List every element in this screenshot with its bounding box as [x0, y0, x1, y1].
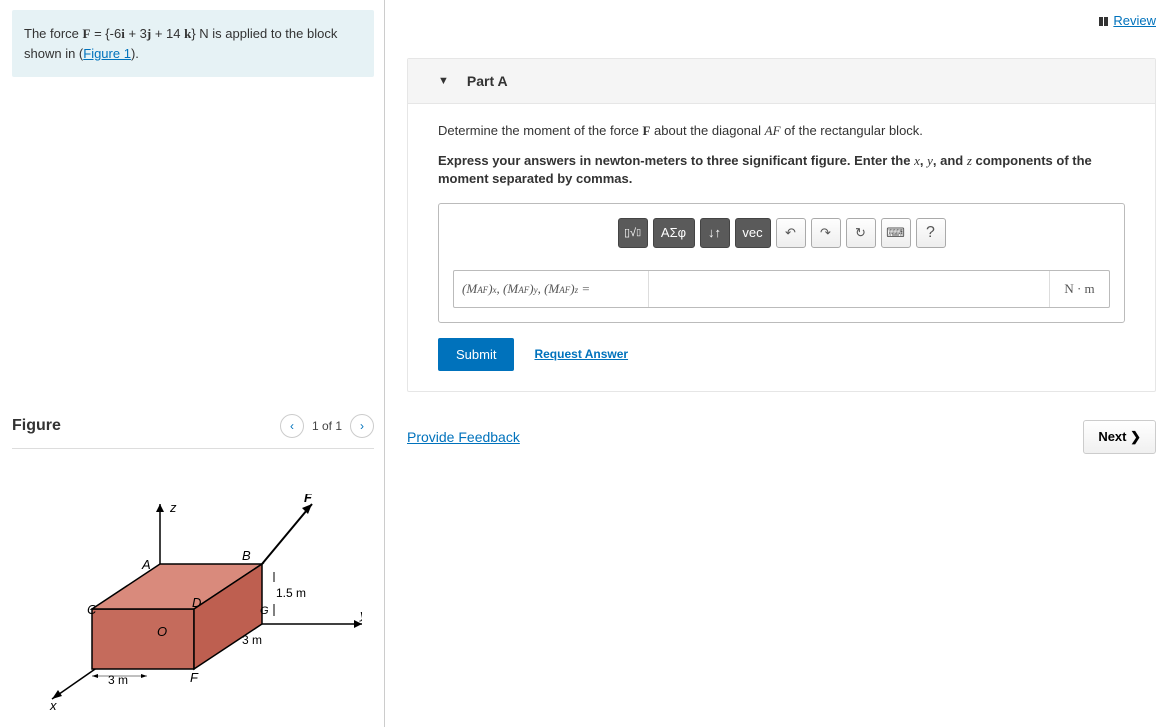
- answer-label: (MAF)x, (MAF)y, (MAF)z =: [454, 271, 649, 307]
- label-Fcorner: F: [190, 670, 199, 685]
- reset-button[interactable]: ↻: [846, 218, 876, 248]
- request-answer-link[interactable]: Request Answer: [534, 347, 628, 361]
- label-G: G: [260, 605, 269, 617]
- problem-text-3: + 3: [125, 26, 147, 41]
- problem-text-4: + 14: [151, 26, 184, 41]
- provide-feedback-link[interactable]: Provide Feedback: [407, 429, 520, 445]
- figure-prev-button[interactable]: ‹: [280, 414, 304, 438]
- subsup-button[interactable]: ↓↑: [700, 218, 730, 248]
- dim-3a: 3 m: [242, 633, 262, 647]
- undo-button[interactable]: ↶: [776, 218, 806, 248]
- review-link[interactable]: Review: [1097, 13, 1156, 28]
- vec-button[interactable]: vec: [735, 218, 771, 248]
- part-a-title: Part A: [467, 73, 508, 89]
- template-button[interactable]: ▯√▯: [618, 218, 648, 248]
- dim-15: 1.5 m: [276, 586, 306, 600]
- instruction-text: Express your answers in newton-meters to…: [438, 152, 1125, 188]
- next-button[interactable]: Next ❯: [1083, 420, 1156, 454]
- figure-link[interactable]: Figure 1: [83, 46, 131, 61]
- label-C: C: [87, 602, 97, 617]
- label-O: O: [157, 624, 167, 639]
- problem-text-6: ).: [131, 46, 139, 61]
- caret-down-icon: ▼: [438, 75, 449, 87]
- redo-button[interactable]: ↷: [811, 218, 841, 248]
- question-text: Determine the moment of the force F abou…: [438, 122, 1125, 140]
- answer-input[interactable]: [649, 271, 1049, 307]
- label-B: B: [242, 548, 251, 563]
- axis-z: z: [169, 500, 177, 515]
- problem-statement: The force F = {-6i + 3j + 14 k} N is app…: [12, 10, 374, 77]
- figure-diagram: z y x A B: [12, 449, 374, 717]
- submit-button[interactable]: Submit: [438, 338, 514, 371]
- figure-title: Figure: [12, 417, 61, 435]
- figure-counter: 1 of 1: [312, 419, 342, 433]
- answer-box: ▯√▯ ΑΣφ ↓↑ vec ↶ ↷ ↻ ⌨ ? (MAF)x, (MAF)y,…: [438, 203, 1125, 323]
- keyboard-button[interactable]: ⌨: [881, 218, 911, 248]
- help-button[interactable]: ?: [916, 218, 946, 248]
- label-D: D: [192, 595, 201, 610]
- problem-text-1: The force: [24, 26, 83, 41]
- part-a-header[interactable]: ▼ Part A: [408, 59, 1155, 104]
- problem-text-2: = {-6: [90, 26, 121, 41]
- axis-y: y: [359, 607, 362, 622]
- label-Fvector: F: [304, 494, 313, 505]
- greek-button[interactable]: ΑΣφ: [653, 218, 695, 248]
- axis-x: x: [49, 698, 57, 713]
- label-A: A: [141, 557, 151, 572]
- unit-label: N · m: [1049, 271, 1109, 307]
- part-a-section: ▼ Part A Determine the moment of the for…: [407, 58, 1156, 392]
- review-icon: [1097, 17, 1109, 27]
- figure-next-button[interactable]: ›: [350, 414, 374, 438]
- dim-3b: 3 m: [108, 673, 128, 687]
